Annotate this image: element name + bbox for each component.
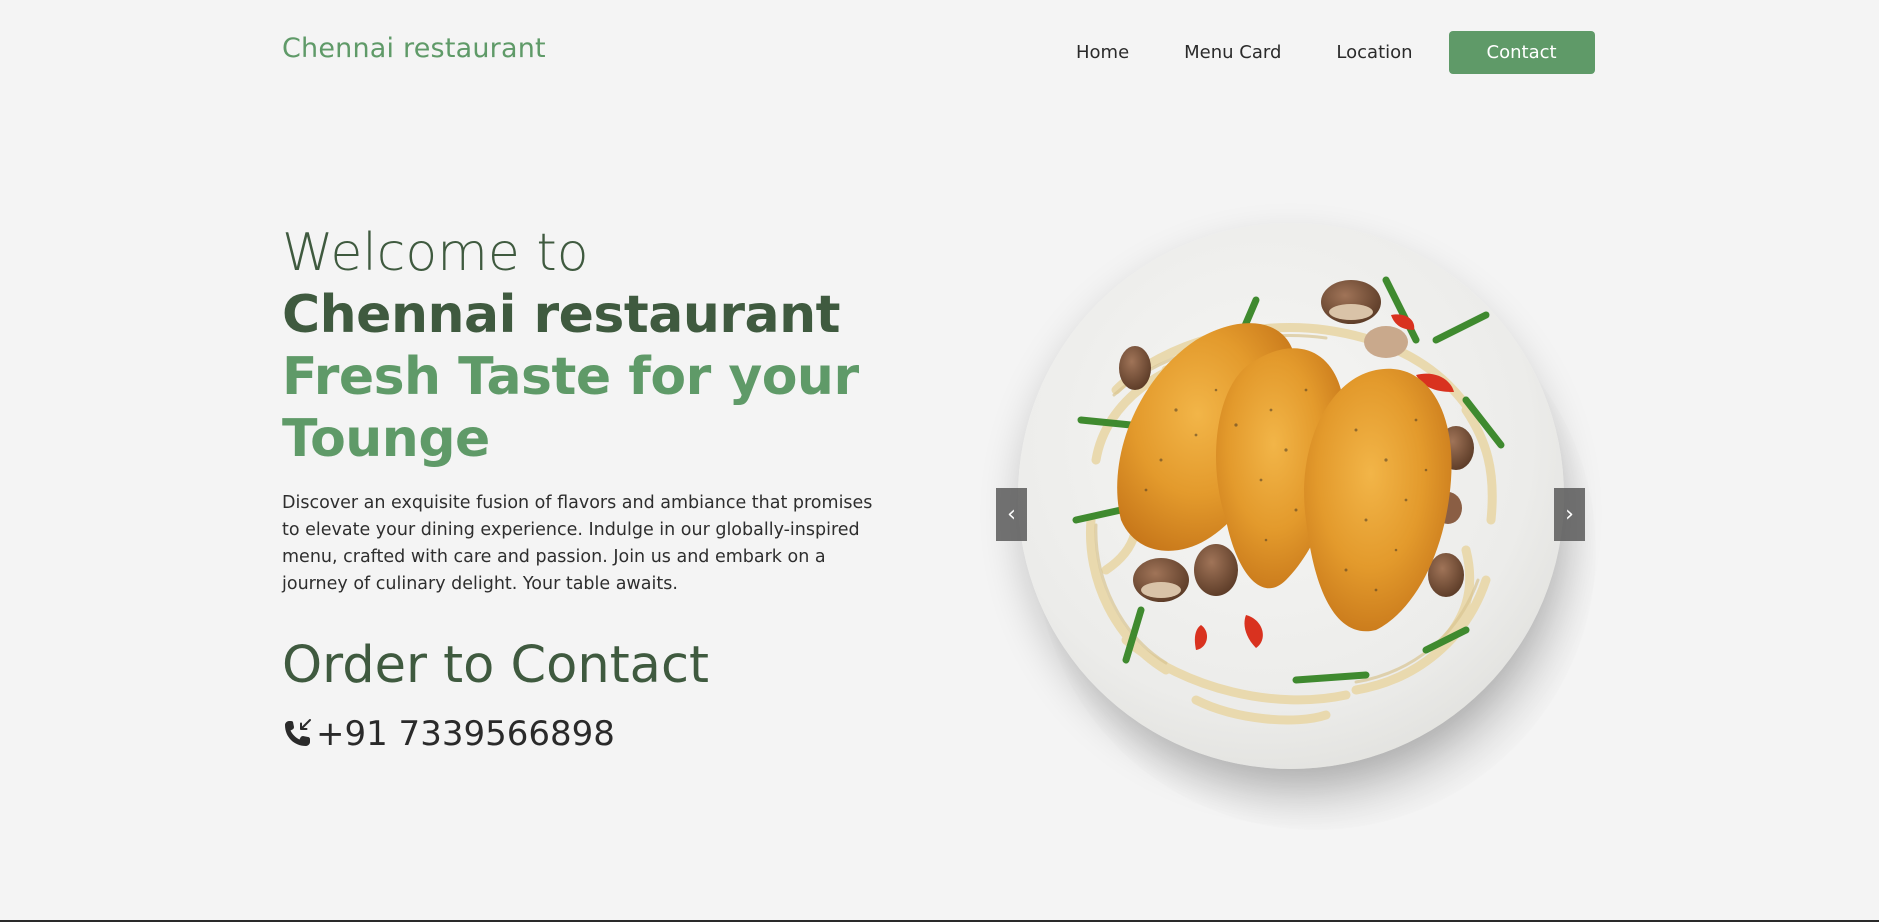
- phone-number[interactable]: +91 7339566898: [316, 714, 615, 754]
- main-nav: Home Menu Card Location Contact: [1060, 31, 1595, 74]
- hero-description: Discover an exquisite fusion of flavors …: [282, 493, 873, 594]
- carousel-prev-button[interactable]: ‹: [996, 488, 1027, 541]
- nav-menu-card-link[interactable]: Menu Card: [1184, 42, 1281, 63]
- hero-tagline: Fresh Taste for your Tounge: [282, 347, 859, 469]
- brand-logo-text[interactable]: Chennai restaurant: [282, 33, 546, 64]
- hero-restaurant-name: Chennai restaurant: [282, 285, 840, 345]
- phone-row[interactable]: +91 7339566898: [282, 714, 922, 754]
- landing-page: Chennai restaurant Home Menu Card Locati…: [0, 0, 1879, 922]
- food-carousel: ‹ ›: [996, 220, 1596, 830]
- phone-call-icon: [282, 717, 314, 751]
- carousel-next-button[interactable]: ›: [1554, 488, 1585, 541]
- hero-section: Welcome to Chennai restaurant Fresh Tast…: [282, 222, 922, 754]
- order-contact-heading: Order to Contact: [282, 636, 709, 695]
- hero-welcome-heading: Welcome to: [282, 223, 589, 283]
- contact-button[interactable]: Contact: [1448, 31, 1595, 74]
- chicken-pasta-dish-image: [1072, 276, 1505, 725]
- nav-location-link[interactable]: Location: [1336, 42, 1412, 63]
- nav-home-link[interactable]: Home: [1076, 42, 1129, 63]
